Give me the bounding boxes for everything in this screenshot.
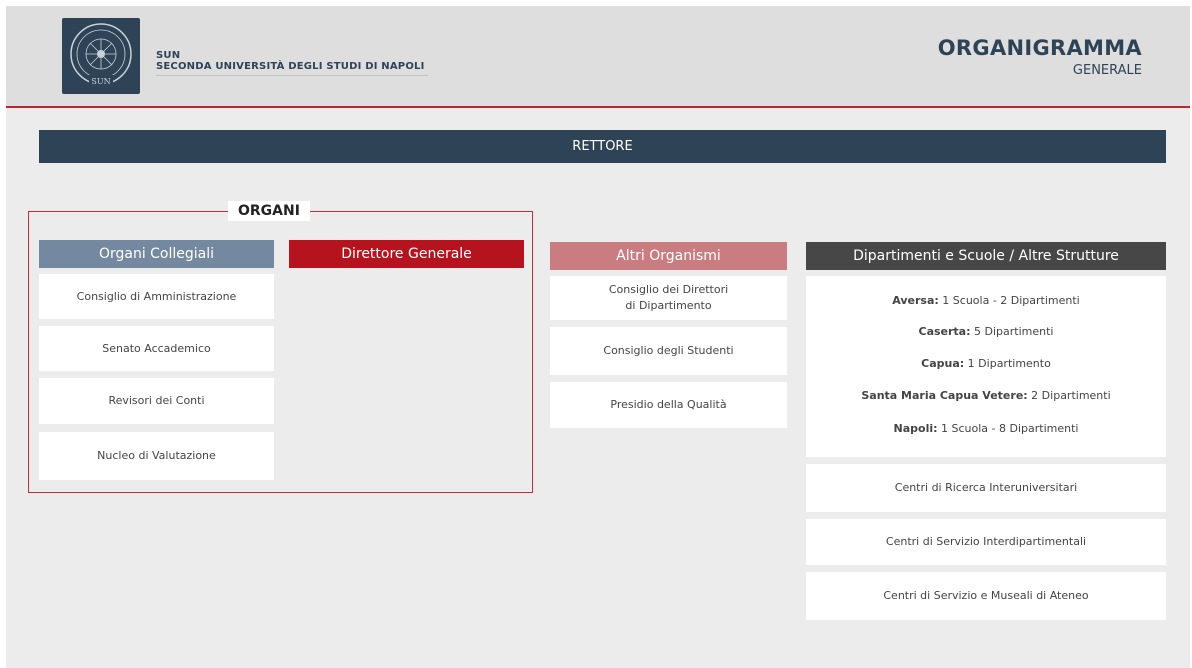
node-presidio-qualita[interactable]: Presidio della Qualità — [550, 382, 787, 428]
rettore-node[interactable]: RETTORE — [39, 130, 1166, 163]
node-consiglio-direttori-dipartimento[interactable]: Consiglio dei Direttori di Dipartimento — [550, 276, 787, 320]
divider — [156, 75, 428, 76]
location-santa-maria-capua-vetere[interactable]: Santa Maria Capua Vetere: 2 Dipartimenti — [806, 388, 1166, 404]
location-napoli[interactable]: Napoli: 1 Scuola - 8 Dipartimenti — [806, 421, 1166, 437]
location-aversa[interactable]: Aversa: 1 Scuola - 2 Dipartimenti — [806, 293, 1166, 309]
header: SUN SUN SECONDA UNIVERSITÀ DEGLI STUDI D… — [6, 6, 1190, 106]
altri-organismi-heading[interactable]: Altri Organismi — [550, 242, 787, 270]
page-title: ORGANIGRAMMA — [937, 36, 1142, 60]
location-caserta[interactable]: Caserta: 5 Dipartimenti — [806, 324, 1166, 340]
direttore-generale-heading[interactable]: Direttore Generale — [289, 240, 524, 268]
node-centri-servizio-interdipartimentali[interactable]: Centri di Servizio Interdipartimentali — [806, 519, 1166, 565]
node-senato-accademico[interactable]: Senato Accademico — [39, 326, 274, 371]
university-full-name: SECONDA UNIVERSITÀ DEGLI STUDI DI NAPOLI — [156, 61, 425, 72]
location-capua[interactable]: Capua: 1 Dipartimento — [806, 356, 1166, 372]
organi-group-label: ORGANI — [228, 201, 310, 221]
university-seal-logo: SUN — [62, 18, 140, 94]
node-revisori-conti[interactable]: Revisori dei Conti — [39, 378, 274, 424]
header-divider — [6, 106, 1190, 108]
logo-text: SUN — [91, 77, 110, 86]
node-centri-ricerca[interactable]: Centri di Ricerca Interuniversitari — [806, 464, 1166, 512]
organi-collegiali-heading[interactable]: Organi Collegiali — [39, 240, 274, 268]
university-short-name: SUN — [156, 50, 181, 61]
node-nucleo-valutazione[interactable]: Nucleo di Valutazione — [39, 432, 274, 480]
node-consiglio-studenti[interactable]: Consiglio degli Studenti — [550, 327, 787, 375]
page-subtitle: GENERALE — [1072, 63, 1142, 78]
dipartimenti-scuole-heading[interactable]: Dipartimenti e Scuole / Altre Strutture — [806, 242, 1166, 270]
dipartimenti-locations-panel: Aversa: 1 Scuola - 2 Dipartimenti Casert… — [806, 276, 1166, 457]
node-centri-servizio-museali[interactable]: Centri di Servizio e Museali di Ateneo — [806, 572, 1166, 620]
node-consiglio-amministrazione[interactable]: Consiglio di Amministrazione — [39, 274, 274, 319]
page: SUN SUN SECONDA UNIVERSITÀ DEGLI STUDI D… — [6, 6, 1190, 668]
